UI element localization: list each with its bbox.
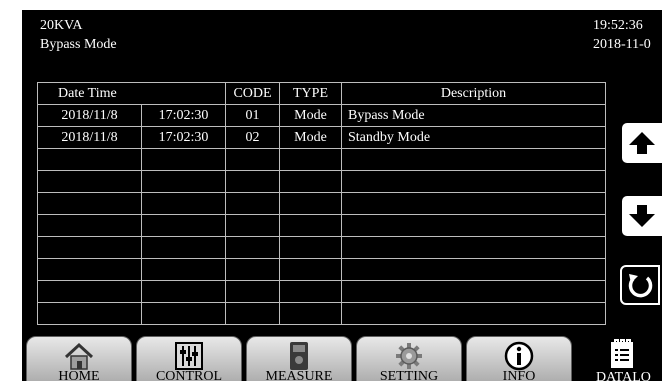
nav-measure-label: MEASURE <box>265 369 333 381</box>
column-header-date-time: Date Time <box>37 82 226 105</box>
nav-home-button[interactable]: HOME <box>26 336 132 381</box>
column-header-type: TYPE <box>279 82 342 105</box>
row-time: 17:02:30 <box>141 126 226 149</box>
nav-home-label: HOME <box>58 369 100 381</box>
row-time: 17:02:30 <box>141 104 226 127</box>
row-type: Mode <box>279 126 342 149</box>
clock-time: 19:52:36 <box>593 18 643 33</box>
empty-table-row <box>37 280 606 303</box>
nav-datalog-label: DATALO <box>596 370 651 381</box>
empty-table-row <box>37 214 606 237</box>
nav-measure-button[interactable]: MEASURE <box>246 336 352 381</box>
info-icon <box>504 341 534 371</box>
nav-setting-button[interactable]: SETTING <box>356 336 462 381</box>
datalog-notepad-icon <box>611 339 633 368</box>
empty-table-row <box>37 258 606 281</box>
down-arrow-icon <box>629 205 655 227</box>
multimeter-icon <box>290 342 308 370</box>
table-row[interactable]: 2018/11/8 17:02:30 02 Mode Standby Mode <box>37 126 606 149</box>
row-code: 02 <box>225 126 280 149</box>
model-label: 20KVA <box>40 18 83 33</box>
gear-icon <box>396 343 422 369</box>
row-date: 2018/11/8 <box>37 126 142 149</box>
row-description: Bypass Mode <box>341 104 606 127</box>
empty-table-row <box>37 236 606 259</box>
row-description: Standby Mode <box>341 126 606 149</box>
row-type: Mode <box>279 104 342 127</box>
row-date: 2018/11/8 <box>37 104 142 127</box>
nav-info-label: INFO <box>502 369 536 381</box>
empty-table-row <box>37 148 606 171</box>
event-log-table: Date Time CODE TYPE Description 2018/11/… <box>37 82 606 325</box>
empty-table-row <box>37 170 606 193</box>
scroll-up-button[interactable] <box>622 123 662 163</box>
home-icon <box>64 342 94 370</box>
nav-control-label: CONTROL <box>155 369 223 381</box>
nav-setting-label: SETTING <box>379 369 439 381</box>
nav-info-button[interactable]: INFO <box>466 336 572 381</box>
refresh-icon <box>628 274 653 298</box>
nav-datalog-button[interactable]: DATALO <box>596 336 662 381</box>
clock-date: 2018-11-0 <box>593 37 651 52</box>
column-header-code: CODE <box>225 82 280 105</box>
empty-table-row <box>37 192 606 215</box>
table-header-row: Date Time CODE TYPE Description <box>37 82 606 105</box>
up-arrow-icon <box>629 132 655 154</box>
empty-table-row <box>37 302 606 325</box>
scroll-down-button[interactable] <box>622 196 662 236</box>
operating-mode-label: Bypass Mode <box>40 37 117 52</box>
column-header-description: Description <box>341 82 606 105</box>
table-row[interactable]: 2018/11/8 17:02:30 01 Mode Bypass Mode <box>37 104 606 127</box>
refresh-button[interactable] <box>620 265 660 305</box>
nav-control-button[interactable]: CONTROL <box>136 336 242 381</box>
ups-screen: 20KVA Bypass Mode 19:52:36 2018-11-0 Dat… <box>22 10 662 381</box>
row-code: 01 <box>225 104 280 127</box>
control-sliders-icon <box>175 342 203 370</box>
